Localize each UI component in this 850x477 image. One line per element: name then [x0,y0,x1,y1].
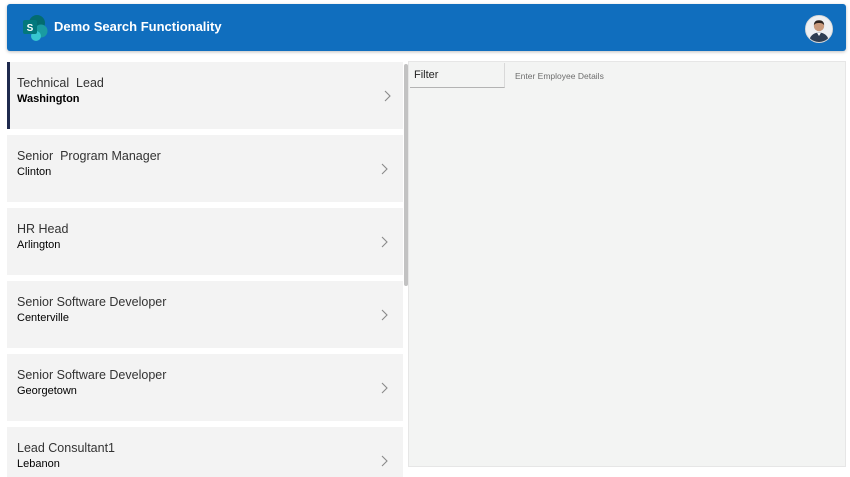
list-item-title: Lead Consultant1 [17,441,115,455]
sharepoint-logo-icon[interactable]: S [21,14,49,42]
filter-button[interactable]: Filter [410,63,505,88]
list-item[interactable]: Lead Consultant1 Lebanon [7,427,403,477]
list-item-location: Arlington [17,239,61,251]
list-item[interactable]: Senior Program Manager Clinton [7,135,403,202]
list-item-title: Senior Program Manager [17,149,161,163]
detail-panel: Filter [408,61,846,467]
chevron-right-icon[interactable] [379,309,389,321]
employee-list: Technical Lead Washington Senior Program… [7,62,403,477]
list-item-title: Technical Lead [17,76,104,90]
list-item-location: Washington [17,93,80,105]
chevron-right-icon[interactable] [379,382,389,394]
list-item-location: Lebanon [17,458,60,470]
list-item-title: Senior Software Developer [17,368,167,382]
app-title: Demo Search Functionality [54,19,222,34]
list-item[interactable]: HR Head Arlington [7,208,403,275]
list-item[interactable]: Senior Software Developer Centerville [7,281,403,348]
employee-details-input[interactable] [513,67,717,85]
logo-letter: S [27,23,34,34]
list-item[interactable]: Senior Software Developer Georgetown [7,354,403,421]
chevron-right-icon[interactable] [379,236,389,248]
user-avatar-icon[interactable] [805,15,833,43]
list-item-location: Georgetown [17,385,77,397]
list-item-title: HR Head [17,222,69,236]
chevron-right-icon[interactable] [379,163,389,175]
list-item-location: Clinton [17,166,52,178]
app-header: S Demo Search Functionality [7,4,846,51]
chevron-right-icon[interactable] [379,455,389,467]
list-item-location: Centerville [17,312,69,324]
list-item-title: Senior Software Developer [17,295,167,309]
list-item[interactable]: Technical Lead Washington [7,62,403,129]
filter-label: Filter [414,69,439,81]
chevron-right-icon[interactable] [382,90,392,102]
